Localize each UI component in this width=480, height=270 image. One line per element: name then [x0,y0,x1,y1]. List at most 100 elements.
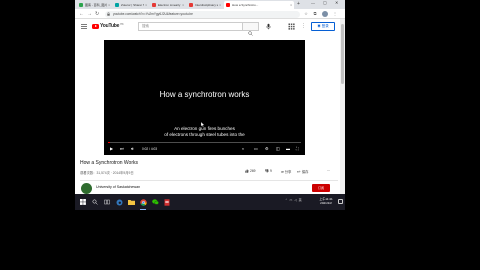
search-icon[interactable] [90,197,100,207]
next-icon[interactable]: ⏭ [120,146,124,152]
scrollbar-thumb[interactable] [341,24,344,84]
tab-label: Zoteror | Sharer N... [121,3,144,7]
windows-taskbar: ⌃ ▭ ◁ 英 上午11:41 2021/1/2 [75,194,345,210]
search-input[interactable]: 搜索 [138,22,243,31]
video-captions: An electron gun fires bunches of electro… [104,126,305,138]
search-button[interactable] [243,22,259,36]
tab-0[interactable]: 图客 - 百科_图片... × [77,1,112,9]
tab-4-active[interactable]: How a Synchrotro... × [224,1,294,9]
tab-strip: 图客 - 百科_图片... × Zoteror | Sharer N... × … [75,0,345,9]
clock-date: 2021/1/2 [320,201,332,205]
tab-2[interactable]: Electron Linearly ... × [150,1,186,9]
more-options-icon[interactable]: ⋮ [301,23,306,30]
play-icon[interactable]: ▶ [110,146,113,152]
browser-toolbar: ← → ↻ youtube.com/watch?v=Yu2mYgy6J2U&fe… [75,9,345,19]
tab-favicon [152,3,156,7]
maximize-icon[interactable]: ▢ [323,0,327,5]
youtube-header: YouTube HK 搜索 ⋮ ◉ 登录 [75,19,345,36]
profile-avatar[interactable] [322,11,328,17]
channel-name[interactable]: University of Saskatchewan [96,185,140,189]
youtube-logo[interactable]: YouTube HK [92,23,124,29]
share-button[interactable]: ➦ 分享 [281,169,291,175]
youtube-favicon-icon [226,3,230,7]
region-code: HK [120,23,124,26]
mouse-cursor-icon [201,122,205,127]
thumbs-up-icon [245,169,249,173]
miniplayer-icon[interactable]: ◫ [276,146,280,152]
youtube-wordmark: YouTube [100,23,120,29]
like-count: 269 [250,169,256,173]
kebab-menu-icon[interactable]: ⋮ [332,11,338,17]
video-player[interactable]: How a synchrotron works An electron gun … [104,40,305,155]
back-icon[interactable]: ← [79,11,84,17]
close-icon[interactable]: × [290,3,292,7]
tab-label: How a Synchrotro... [232,3,259,7]
close-icon[interactable]: × [182,3,184,7]
channel-avatar[interactable] [81,183,92,194]
reload-icon[interactable]: ↻ [95,11,99,17]
edge-browser-icon[interactable] [114,197,124,207]
youtube-play-icon [92,23,99,29]
views-and-date: 观看次数：31,574次 · 2014年9月9日 [80,171,134,175]
notification-center-icon[interactable] [338,199,343,204]
apps-grid-icon[interactable] [288,23,295,30]
search-icon [248,31,253,36]
dislike-button[interactable]: 9 [265,169,272,173]
player-controls: ▶ ⏭ 🔊︎ 0:02 / 4:03 ◐ ▭ ⚙ ◫ ▬ ⛶ [104,144,305,154]
tab-favicon [79,3,83,7]
progress-bar[interactable] [108,142,301,143]
like-button[interactable]: 269 [245,169,256,173]
forward-icon[interactable]: → [87,11,92,17]
more-actions-button[interactable]: ··· [327,169,330,173]
fullscreen-icon[interactable]: ⛶ [296,146,299,152]
ellipsis-icon: ··· [327,169,331,173]
tab-1[interactable]: Zoteror | Sharer N... × [113,1,149,9]
new-tab-button[interactable]: + [297,1,300,7]
pdf-reader-icon[interactable] [162,197,172,207]
star-icon[interactable]: ☆ [303,11,309,17]
progress-fill [108,142,110,143]
tab-3[interactable]: Interdisciplinary s... × [187,1,223,9]
window-close-icon[interactable]: ✕ [335,0,338,5]
caption-line: of electrons through steel tubes into th… [164,132,245,137]
theater-mode-icon[interactable]: ▬ [286,146,290,152]
dislike-count: 9 [270,169,272,173]
system-tray: ⌃ ▭ ◁ 英 [285,198,302,202]
hamburger-menu-icon[interactable] [81,24,87,29]
time-display: 0:02 / 4:03 [142,147,158,151]
network-icon[interactable]: ▭ [290,198,293,202]
tab-favicon [115,3,119,7]
close-icon[interactable]: × [145,3,147,7]
subscribe-button[interactable]: 订阅 [312,184,330,192]
system-clock[interactable]: 上午11:41 2021/1/2 [315,197,337,205]
volume-icon[interactable]: ◁ [294,198,296,202]
close-icon[interactable]: × [108,3,110,7]
autoplay-toggle-icon[interactable]: ◐ [242,146,244,152]
extensions-icon[interactable]: ⧉ [312,11,318,17]
address-bar[interactable]: youtube.com/watch?v=Yu2mYgy6J2U&feature=… [105,11,300,18]
thumbs-down-icon [265,169,269,173]
url-text: youtube.com/watch?v=Yu2mYgy6J2U&feature=… [113,12,193,16]
divider [80,180,338,181]
wechat-icon[interactable] [150,197,160,207]
lock-icon [107,12,110,16]
sign-in-button[interactable]: ◉ 登录 [311,22,335,31]
ime-indicator[interactable]: 英 [299,198,302,202]
save-button[interactable]: ≡+ 保存 [297,169,308,175]
windows-start-icon[interactable] [78,197,88,207]
add-to-playlist-icon: ≡+ [297,169,301,174]
subtitles-icon[interactable]: ▭ [254,146,258,152]
chrome-icon[interactable] [138,197,148,210]
microphone-icon[interactable] [265,23,272,30]
volume-icon[interactable]: 🔊︎ [131,146,134,152]
video-title-card: How a synchrotron works [159,90,250,99]
share-icon: ➦ [281,169,284,174]
settings-gear-icon[interactable]: ⚙ [265,146,269,152]
browser-window: 图客 - 百科_图片... × Zoteror | Sharer N... × … [75,0,345,210]
close-icon[interactable]: × [219,3,221,7]
tray-chevron-icon[interactable]: ⌃ [285,198,288,202]
task-view-icon[interactable] [102,197,112,207]
sign-in-label: 登录 [321,24,329,28]
file-explorer-icon[interactable] [126,197,136,207]
minimize-icon[interactable]: — [311,0,315,5]
